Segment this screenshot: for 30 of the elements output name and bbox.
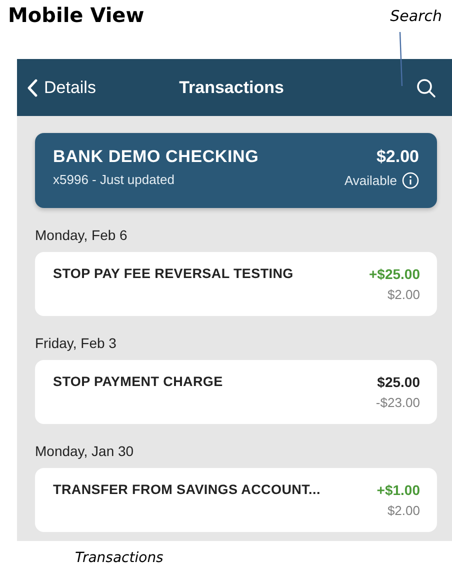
transaction-card[interactable]: TRANSFER FROM SAVINGS ACCOUNT... +$1.00 $2.00 [35,468,437,532]
transaction-card[interactable]: STOP PAYMENT CHARGE $25.00 -$23.00 [35,360,437,424]
leader-line [398,32,404,86]
account-balance: $2.00 [376,147,419,167]
screen-title: Transactions [179,78,284,98]
date-header: Monday, Jan 30 [35,443,135,459]
callout-label: Search [390,7,442,25]
running-balance: $2.00 [387,287,420,302]
running-balance: $2.00 [387,503,420,518]
account-card[interactable]: BANK DEMO CHECKING x5996 - Just updated $2.00 Available [35,133,437,208]
balance-label: Available [344,173,397,188]
back-button[interactable]: Details [27,78,96,98]
transaction-description: TRANSFER FROM SAVINGS ACCOUNT... [53,482,320,499]
transaction-card[interactable]: STOP PAY FEE REVERSAL TESTING +$25.00 $2.00 [35,252,437,316]
transaction-amount: $25.00 [377,374,420,390]
account-subtitle: x5996 - Just updated [53,172,176,187]
search-button[interactable] [416,78,436,98]
date-header: Friday, Feb 3 [35,335,118,351]
account-name: BANK DEMO CHECKING [53,147,259,167]
chevron-left-icon [27,78,38,96]
running-balance: -$23.00 [376,395,420,410]
info-icon[interactable] [402,172,419,189]
page-heading: Mobile View [8,3,144,27]
transaction-amount: +$25.00 [369,266,420,282]
figure-caption: Transactions [75,550,164,566]
transaction-description: STOP PAYMENT CHARGE [53,374,223,391]
transaction-amount: +$1.00 [376,482,420,498]
date-header: Monday, Feb 6 [35,227,128,243]
transaction-description: STOP PAY FEE REVERSAL TESTING [53,266,294,283]
search-icon [416,78,436,98]
